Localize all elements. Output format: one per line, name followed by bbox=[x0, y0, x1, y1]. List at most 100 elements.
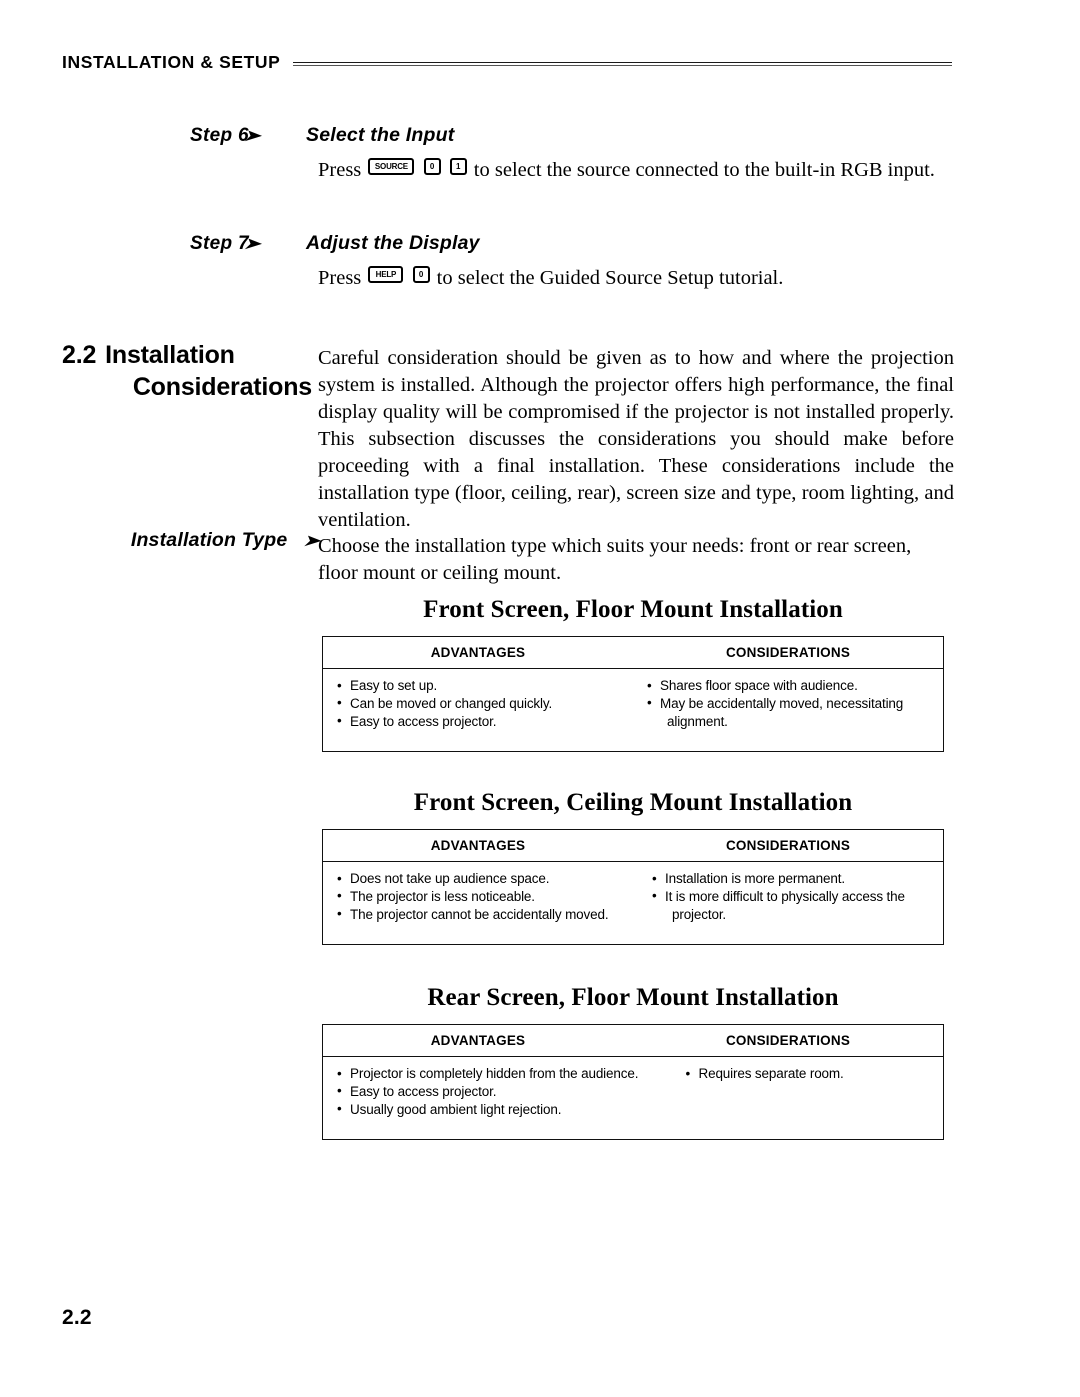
list-item-text: projector. bbox=[672, 906, 727, 922]
step-title: Adjust the Display bbox=[306, 232, 480, 254]
column-header-considerations: CONSIDERATIONS bbox=[725, 838, 851, 853]
list-item: • Can be moved or changed quickly. bbox=[337, 695, 633, 713]
list-item: • Shares floor space with audience. bbox=[647, 677, 943, 695]
list-item: • It is more difficult to physically acce… bbox=[652, 888, 943, 906]
step-label-text: Step 6 bbox=[190, 125, 249, 146]
section-title-line2: Considerations bbox=[132, 372, 312, 401]
step-block-7: Step 7 ➤ Adjust the Display Press HELP 0… bbox=[0, 232, 1080, 292]
list-item: • The projector is less noticeable. bbox=[337, 888, 628, 906]
step-body-lead: Press bbox=[318, 267, 362, 289]
list-item-text: Shares floor space with audience. bbox=[660, 678, 858, 693]
step-heading: Step 6 ➤ Select the Input bbox=[0, 124, 1080, 147]
list-item: • Requires separate room. bbox=[685, 1065, 943, 1083]
bullet-icon: • bbox=[647, 677, 652, 693]
column-header-advantages: ADVANTAGES bbox=[430, 645, 526, 660]
advantages-cell: • Projector is completely hidden from the… bbox=[323, 1065, 671, 1127]
bullet-icon: • bbox=[337, 906, 342, 922]
step-label: Step 6 ➤ bbox=[190, 125, 278, 147]
list-item: • Easy to access projector. bbox=[337, 713, 633, 731]
step-title: Select the Input bbox=[306, 124, 455, 146]
list-item-text: The projector is less noticeable. bbox=[350, 888, 535, 904]
install-option-block: Front Screen, Ceiling Mount Installation… bbox=[322, 789, 944, 945]
list-item-text: Does not take up audience space. bbox=[350, 871, 550, 886]
install-option-title: Front Screen, Ceiling Mount Installation bbox=[413, 789, 853, 816]
list-item: • Does not take up audience space. bbox=[337, 870, 628, 888]
column-header-considerations: CONSIDERATIONS bbox=[725, 1033, 851, 1048]
list-item-text: It is more difficult to physically acces… bbox=[665, 888, 905, 904]
page-header-title: INSTALLATION & SETUP bbox=[62, 52, 281, 72]
list-item-text: Easy to access projector. bbox=[350, 1083, 497, 1099]
list-item-text: Usually good ambient light rejection. bbox=[350, 1101, 562, 1117]
install-option-table: ADVANTAGES CONSIDERATIONS • Easy to set u… bbox=[322, 636, 944, 752]
section-number: 2.2 bbox=[62, 341, 97, 369]
keycap-source: SOURCE bbox=[368, 158, 415, 175]
list-item-text: Projector is completely hidden from the … bbox=[350, 1066, 639, 1081]
list-item-text: Can be moved or changed quickly. bbox=[350, 695, 553, 711]
bullet-icon: • bbox=[647, 695, 652, 711]
install-option-table: ADVANTAGES CONSIDERATIONS • Does not take… bbox=[322, 829, 944, 945]
install-option-block: Front Screen, Floor Mount Installation A… bbox=[322, 596, 944, 752]
step-body-tail: to select the Guided Source Setup tutori… bbox=[436, 267, 784, 289]
page-header: INSTALLATION & SETUP bbox=[62, 52, 952, 73]
bullet-icon: • bbox=[685, 1065, 691, 1081]
list-item: • May be accidentally moved, necessitatin… bbox=[647, 695, 943, 713]
list-item: • Usually good ambient light rejection. bbox=[337, 1101, 671, 1119]
table-body-row: • Easy to set up. • Can be moved or change… bbox=[323, 669, 943, 751]
column-header-considerations: CONSIDERATIONS bbox=[725, 645, 851, 660]
column-header-advantages: ADVANTAGES bbox=[430, 1033, 526, 1048]
keycap-zero: 0 bbox=[423, 158, 441, 175]
step-body: Press SOURCE 0 1 to select the source co… bbox=[318, 158, 1080, 184]
bullet-icon: • bbox=[337, 1083, 342, 1099]
install-option-title: Front Screen, Floor Mount Installation bbox=[423, 596, 843, 623]
bullet-icon: • bbox=[337, 870, 342, 886]
column-header-advantages: ADVANTAGES bbox=[430, 838, 526, 853]
install-option-title: Rear Screen, Floor Mount Installation bbox=[427, 984, 839, 1011]
step-block-6: Step 6 ➤ Select the Input Press SOURCE 0… bbox=[0, 124, 1080, 184]
install-option-block: Rear Screen, Floor Mount Installation AD… bbox=[322, 984, 944, 1140]
install-option-table: ADVANTAGES CONSIDERATIONS • Projector is … bbox=[322, 1024, 944, 1140]
step-heading: Step 7 ➤ Adjust the Display bbox=[0, 232, 1080, 255]
list-item: • Installation is more permanent. bbox=[652, 870, 943, 888]
header-rule bbox=[293, 61, 952, 66]
keycap-help: HELP bbox=[368, 266, 404, 283]
list-item-text: Easy to access projector. bbox=[350, 713, 497, 729]
list-item: • Easy to set up. bbox=[337, 677, 633, 695]
bullet-icon: • bbox=[652, 888, 657, 904]
list-item: • Easy to access projector. bbox=[337, 1083, 671, 1101]
considerations-cell: • Shares floor space with audience. • May … bbox=[633, 677, 943, 739]
step-body-tail: to select the source connected to the bu… bbox=[473, 159, 935, 181]
considerations-cell: • Installation is more permanent. • It is … bbox=[628, 870, 943, 932]
bullet-icon: • bbox=[337, 713, 342, 729]
keycap-zero: 0 bbox=[412, 266, 430, 283]
keycap-one: 1 bbox=[449, 158, 467, 175]
list-item: • The projector cannot be accidentally mo… bbox=[337, 906, 628, 924]
advantages-cell: • Easy to set up. • Can be moved or change… bbox=[323, 677, 633, 739]
list-item-text: Installation is more permanent. bbox=[665, 871, 845, 886]
list-item: • Projector is completely hidden from the… bbox=[337, 1065, 671, 1083]
list-item-continuation: projector. bbox=[652, 906, 943, 924]
arrow-right-icon: ➤ bbox=[303, 533, 321, 550]
margin-note-installation-type: Installation Type ➤ bbox=[62, 529, 320, 552]
step-body-lead: Press bbox=[318, 159, 362, 181]
table-body-row: • Projector is completely hidden from the… bbox=[323, 1057, 943, 1139]
list-item-text: The projector cannot be accidentally mov… bbox=[350, 906, 609, 922]
section-body-text: Careful consideration should be given as… bbox=[318, 347, 954, 531]
step-body: Press HELP 0 to select the Guided Source… bbox=[318, 266, 1080, 292]
bullet-icon: • bbox=[337, 695, 342, 711]
bullet-icon: • bbox=[652, 870, 657, 886]
margin-note-body: Choose the installation type which suits… bbox=[318, 535, 912, 584]
page-number: 2.2 bbox=[62, 1306, 92, 1329]
list-item-text: Easy to set up. bbox=[350, 678, 438, 693]
table-header-row: ADVANTAGES CONSIDERATIONS bbox=[323, 1025, 943, 1057]
arrow-right-icon: ➤ bbox=[244, 236, 262, 253]
margin-note-label: Installation Type bbox=[130, 529, 288, 551]
list-item-text: alignment. bbox=[667, 713, 728, 729]
bullet-icon: • bbox=[337, 1065, 342, 1081]
advantages-cell: • Does not take up audience space. • The p… bbox=[323, 870, 628, 932]
bullet-icon: • bbox=[337, 677, 342, 693]
table-header-row: ADVANTAGES CONSIDERATIONS bbox=[323, 637, 943, 669]
table-header-row: ADVANTAGES CONSIDERATIONS bbox=[323, 830, 943, 862]
list-item-text: Requires separate room. bbox=[698, 1066, 844, 1081]
section-heading: 2.2 Installation Considerations bbox=[62, 340, 312, 403]
list-item-continuation: alignment. bbox=[647, 713, 943, 731]
